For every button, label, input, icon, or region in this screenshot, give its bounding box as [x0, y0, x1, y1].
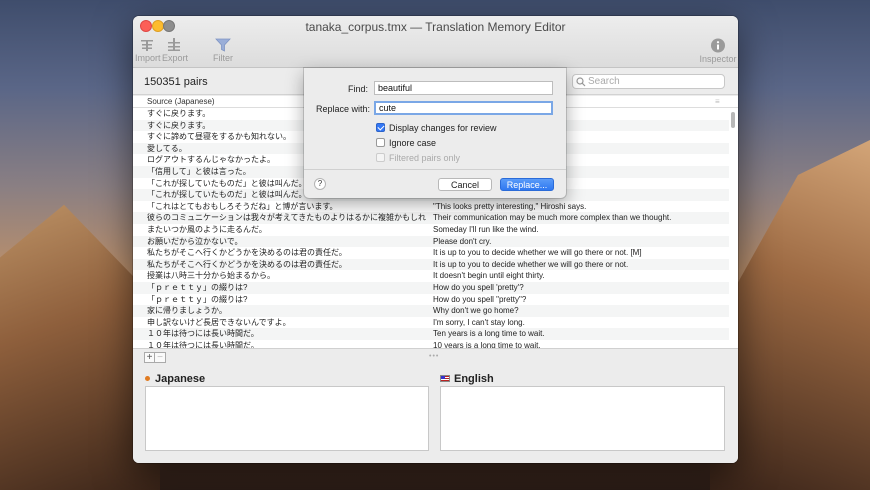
table-row[interactable]: １０年は待つには長い時間だ。 10 years is a long time to…: [133, 340, 729, 348]
search-input[interactable]: Search: [572, 74, 725, 89]
filtered-pairs-label: Filtered pairs only: [389, 153, 461, 163]
pane-splitter[interactable]: + − •••: [133, 348, 738, 364]
import-icon: [141, 40, 153, 51]
source-cell: 私たちがそこへ行くかどうかを決めるのは君の責任だ。: [147, 248, 347, 258]
english-text-area[interactable]: [440, 386, 725, 451]
target-cell: How do you spell 'pretty'?: [433, 282, 524, 292]
import-button[interactable]: Import: [135, 38, 161, 63]
ignore-case-label: Ignore case: [389, 138, 437, 148]
filter-button[interactable]: Filter: [211, 38, 235, 63]
table-row[interactable]: １０年は待つには長い時間だ。 Ten years is a long time t…: [133, 328, 729, 340]
source-cell: １０年は待つには長い時間だ。: [147, 329, 259, 339]
source-column-header[interactable]: Source (Japanese): [147, 97, 215, 106]
table-row[interactable]: 家に帰りましょうか。 Why don't we go home?: [133, 305, 729, 317]
japanese-label-text: Japanese: [155, 373, 206, 385]
source-cell: 「ｐｒｅｔｔｙ」の綴りは?: [147, 282, 248, 292]
cancel-button[interactable]: Cancel: [438, 178, 492, 191]
detail-panes: Japanese English: [133, 364, 738, 463]
english-label-text: English: [454, 373, 494, 385]
source-cell: 家に帰りましょうか。: [147, 306, 227, 316]
table-row[interactable]: 申し訳ないけど長居できないんですよ。 I'm sorry, I can't sta…: [133, 317, 729, 329]
japanese-pane-label: Japanese: [145, 373, 205, 385]
replace-label: Replace with:: [316, 104, 371, 114]
replace-button[interactable]: Replace...: [500, 178, 554, 191]
target-cell: Their communication may be much more com…: [433, 213, 672, 223]
find-replace-dialog: Find: Replace with: Display changes for …: [304, 68, 566, 198]
display-changes-checkbox[interactable]: Display changes for review: [376, 123, 497, 134]
export-label: Export: [162, 53, 189, 63]
table-row[interactable]: 私たちがそこへ行くかどうかを決めるのは君の責任だ。 It is up to you…: [133, 258, 729, 271]
add-pair-button[interactable]: +: [144, 352, 155, 363]
ignore-case-checkbox[interactable]: Ignore case: [376, 138, 436, 149]
search-icon: [576, 77, 586, 87]
source-cell: 彼らのコミュニケーションは我々が考えてきたものよりはるかに複雑かもしれません。: [147, 213, 427, 223]
table-row[interactable]: 「ｐｒｅｔｔｙ」の綴りは? How do you spell 'pretty'?: [133, 281, 729, 294]
column-options-icon[interactable]: ≡: [715, 97, 720, 106]
filter-label: Filter: [213, 53, 233, 63]
remove-pair-button[interactable]: −: [155, 352, 166, 363]
display-changes-label: Display changes for review: [389, 123, 497, 133]
source-cell: 「これはとてもおもしろそうだね」と博が言います。: [147, 201, 338, 211]
inspector-button[interactable]: Inspector: [698, 38, 738, 64]
filter-funnel-icon: [215, 38, 231, 52]
target-cell: It is up to you to decide whether we wil…: [433, 248, 642, 258]
source-cell: お願いだから泣かないで。: [147, 236, 243, 246]
target-cell: Why don't we go home?: [433, 306, 519, 316]
window-title: tanaka_corpus.tmx — Translation Memory E…: [305, 20, 566, 34]
source-cell: 授業は八時三十分から始まるから。: [147, 271, 275, 281]
table-scrollbar[interactable]: [730, 110, 736, 346]
info-circle-icon: [711, 38, 725, 53]
target-cell: How do you spell "pretty"?: [433, 294, 527, 304]
target-cell: Please don't cry.: [433, 236, 492, 246]
language-dot-icon: [145, 376, 150, 381]
target-cell: It is up to you to decide whether we wil…: [433, 259, 629, 269]
table-row[interactable]: 授業は八時三十分から始まるから。 It doesn't begin until e…: [133, 270, 729, 282]
filtered-pairs-checkbox: Filtered pairs only: [376, 153, 460, 164]
checkbox-unchecked-icon[interactable]: [376, 138, 385, 147]
table-row[interactable]: お願いだから泣かないで。 Please don't cry.: [133, 235, 729, 248]
export-icon: [168, 38, 180, 51]
inspector-label: Inspector: [699, 54, 737, 64]
source-cell: １０年は待つには長い時間だ。: [147, 340, 259, 348]
checkbox-checked-icon[interactable]: [376, 123, 385, 132]
checkbox-disabled-icon: [376, 153, 385, 162]
table-row[interactable]: 私たちがそこへ行くかどうかを決めるのは君の責任だ。 It is up to you…: [133, 247, 729, 259]
source-cell: 「ｐｒｅｔｔｙ」の綴りは?: [147, 294, 248, 304]
target-cell: Someday I'll run like the wind.: [433, 224, 539, 234]
english-pane-label: English: [440, 373, 494, 385]
search-placeholder: Search: [588, 76, 620, 87]
japanese-text-area[interactable]: [145, 386, 429, 451]
source-cell: 私たちがそこへ行くかどうかを決めるのは君の責任だ。: [147, 259, 347, 269]
source-cell: またいつか風のように走るんだ。: [147, 224, 267, 234]
target-cell: 10 years is a long time to wait.: [433, 340, 541, 348]
target-cell: I'm sorry, I can't stay long.: [433, 317, 525, 327]
table-row[interactable]: またいつか風のように走るんだ。 Someday I'll run like the…: [133, 224, 729, 236]
us-flag-icon: [440, 375, 450, 382]
target-cell: It doesn't begin until eight thirty.: [433, 271, 545, 281]
import-label: Import: [135, 53, 161, 63]
find-field[interactable]: [374, 81, 553, 95]
help-button[interactable]: ?: [314, 178, 326, 190]
replace-field[interactable]: [374, 101, 553, 115]
target-cell: "This looks pretty interesting," Hiroshi…: [433, 201, 587, 211]
find-label: Find:: [348, 84, 369, 94]
add-remove-control: + −: [144, 352, 166, 363]
titlebar: tanaka_corpus.tmx — Translation Memory E…: [133, 16, 738, 68]
splitter-grip-icon[interactable]: •••: [429, 353, 439, 360]
table-row[interactable]: 彼らのコミュニケーションは我々が考えてきたものよりはるかに複雑かもしれません。 T…: [133, 212, 729, 224]
pairs-count: 150351 pairs: [144, 76, 208, 88]
dialog-divider: [304, 169, 566, 170]
table-row[interactable]: 「ｐｒｅｔｔｙ」の綴りは? How do you spell "pretty"?: [133, 294, 729, 306]
source-cell: 申し訳ないけど長居できないんですよ。: [147, 317, 291, 327]
export-button[interactable]: Export: [162, 38, 189, 63]
scrollbar-thumb[interactable]: [731, 112, 735, 128]
table-row[interactable]: 「これはとてもおもしろそうだね」と博が言います。 "This looks pret…: [133, 201, 729, 213]
target-cell: Ten years is a long time to wait.: [433, 329, 545, 339]
